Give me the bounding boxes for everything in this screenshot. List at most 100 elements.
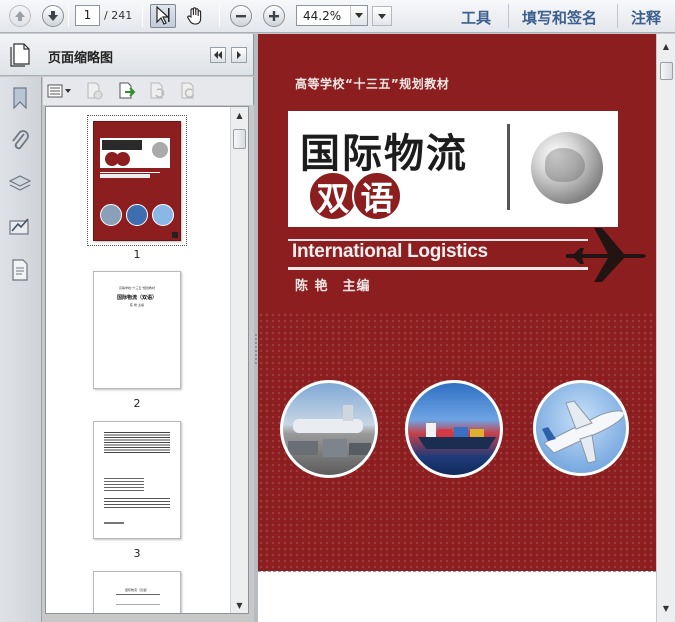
thumbnail-text-block (104, 478, 144, 492)
cover-photo-airplane (533, 380, 629, 476)
scrollbar-thumb[interactable] (233, 129, 246, 149)
thumbnail-title-text (102, 140, 142, 150)
cover-rule (288, 267, 588, 270)
thumbnail-p2-series: 高等学校“十三五”规划教材 (118, 286, 156, 290)
thumbnail-rule (116, 594, 160, 595)
layers-icon (8, 175, 32, 191)
select-cursor-icon (156, 6, 170, 25)
hand-tool-button[interactable] (182, 4, 208, 28)
bookmark-icon (13, 87, 27, 110)
zoom-in-icon (263, 5, 285, 27)
thumbnail-list[interactable]: 1 高等学校“十三五”规划教材 国际物流（双语） 陈 艳 主编 2 3 国际物流… (45, 106, 249, 614)
toolbar-divider (219, 5, 220, 27)
toolbar-divider (617, 4, 618, 28)
scrollbar-thumb[interactable] (660, 62, 673, 80)
thumbnail-options-button[interactable] (47, 82, 73, 100)
layers-button[interactable] (7, 171, 33, 197)
toolbar-divider (68, 5, 69, 27)
thumbnail-photo (126, 204, 148, 226)
rotate-page-button[interactable] (148, 82, 168, 100)
thumbnail-text-block (104, 432, 170, 454)
chevron-down-icon (378, 13, 386, 19)
scroll-up-arrow[interactable]: ▲ (657, 38, 675, 54)
thumbnail-photo (152, 204, 174, 226)
more-tools-dropdown[interactable] (372, 6, 392, 26)
chevron-right-icon (237, 51, 241, 59)
chevron-down-icon (355, 13, 363, 18)
book-cover-page: 高等学校“十三五”规划教材 国际物流 双 语 International Log… (258, 34, 656, 571)
page-number-input[interactable]: 1 (75, 5, 100, 26)
zoom-dropdown-button[interactable] (350, 6, 367, 25)
fill-and-sign-link[interactable]: 填写和签名 (522, 7, 597, 28)
scroll-down-arrow[interactable]: ▼ (657, 600, 675, 616)
list-options-icon (47, 84, 71, 98)
comment-link[interactable]: 注释 (631, 7, 661, 28)
extract-page-icon (119, 82, 136, 99)
cover-photo-container-ship (405, 380, 503, 478)
thumbnail-toolbar (43, 77, 254, 105)
thumbnail-label-2: 2 (133, 397, 141, 410)
subtitle-char-2: 语 (352, 171, 402, 221)
zoom-select[interactable]: 44.2% (296, 5, 368, 26)
thumbnail-rule (116, 604, 160, 605)
select-tool-button[interactable] (150, 4, 176, 28)
signature-icon (9, 218, 29, 235)
toolbar-divider (142, 5, 143, 27)
page-edge (258, 571, 656, 572)
thumbnail-label-3: 3 (133, 547, 141, 560)
collapse-panel-button[interactable] (210, 47, 226, 63)
thumbnail-en-title (100, 174, 150, 178)
prev-page-icon (9, 5, 31, 27)
thumbnail-text-block (104, 498, 170, 510)
delete-page-icon (87, 82, 103, 100)
signatures-button[interactable] (7, 214, 33, 240)
scroll-down-arrow[interactable]: ▼ (231, 597, 248, 613)
page-content-button[interactable] (7, 257, 33, 283)
subtitle-char-1: 双 (308, 171, 358, 221)
extract-page-button[interactable] (117, 82, 137, 100)
replace-page-button[interactable] (179, 82, 199, 100)
thumbnail-page-1[interactable] (93, 121, 181, 241)
hand-tool-icon (187, 7, 202, 25)
next-page-icon (42, 5, 64, 27)
zoom-out-button[interactable] (228, 4, 254, 28)
thumbnail-p2-author: 陈 艳 主编 (130, 303, 144, 307)
document-scrollbar[interactable]: ▲ ▼ (656, 34, 675, 622)
navigation-rail (0, 77, 42, 622)
replace-page-icon (181, 82, 194, 99)
thumbnail-globe (152, 142, 168, 158)
main-toolbar: 1 / 241 44.2% 工具 填写和签名 注释 (0, 0, 675, 33)
panel-options-button[interactable] (231, 47, 247, 63)
double-chevron-left-icon (214, 51, 222, 59)
prev-page-button[interactable] (7, 4, 33, 28)
thumbnail-page-3[interactable] (93, 421, 181, 539)
thumbnails-panel-header: 页面缩略图 (0, 34, 254, 76)
document-view[interactable]: 高等学校“十三五”规划教材 国际物流 双 语 International Log… (258, 34, 656, 622)
thumbnail-scrollbar[interactable]: ▲ ▼ (230, 107, 248, 613)
thumbnail-label-1: 1 (133, 248, 141, 261)
airplane-silhouette-icon (566, 228, 646, 282)
thumbnail-p4-text: 国际物流（双语） (124, 588, 149, 592)
bookmarks-button[interactable] (7, 85, 33, 111)
zoom-value: 44.2% (303, 9, 342, 23)
panel-title: 页面缩略图 (48, 51, 114, 66)
page-total: / 241 (104, 9, 133, 22)
attachments-button[interactable] (7, 127, 33, 153)
thumbnail-page-4[interactable]: 国际物流（双语） (93, 571, 181, 613)
tools-link[interactable]: 工具 (461, 7, 491, 28)
zoom-in-button[interactable] (261, 4, 287, 28)
cover-series-label: 高等学校“十三五”规划教材 (295, 77, 450, 91)
toolbar-divider (508, 4, 509, 28)
thumbnail-page-2[interactable]: 高等学校“十三五”规划教材 国际物流（双语） 陈 艳 主编 (93, 271, 181, 389)
delete-page-button[interactable] (85, 82, 105, 100)
rotate-page-icon (150, 82, 165, 99)
attachment-icon (12, 130, 29, 150)
zoom-out-icon (230, 5, 252, 27)
thumbnail-p2-title: 国际物流（双语） (116, 295, 157, 301)
scroll-up-arrow[interactable]: ▲ (231, 107, 248, 123)
thumbnail-photo (100, 204, 122, 226)
next-page-button[interactable] (40, 4, 66, 28)
globe-icon (531, 132, 603, 204)
thumbnail-subtitle-circle (116, 152, 130, 166)
splitter-grip[interactable] (255, 334, 257, 364)
